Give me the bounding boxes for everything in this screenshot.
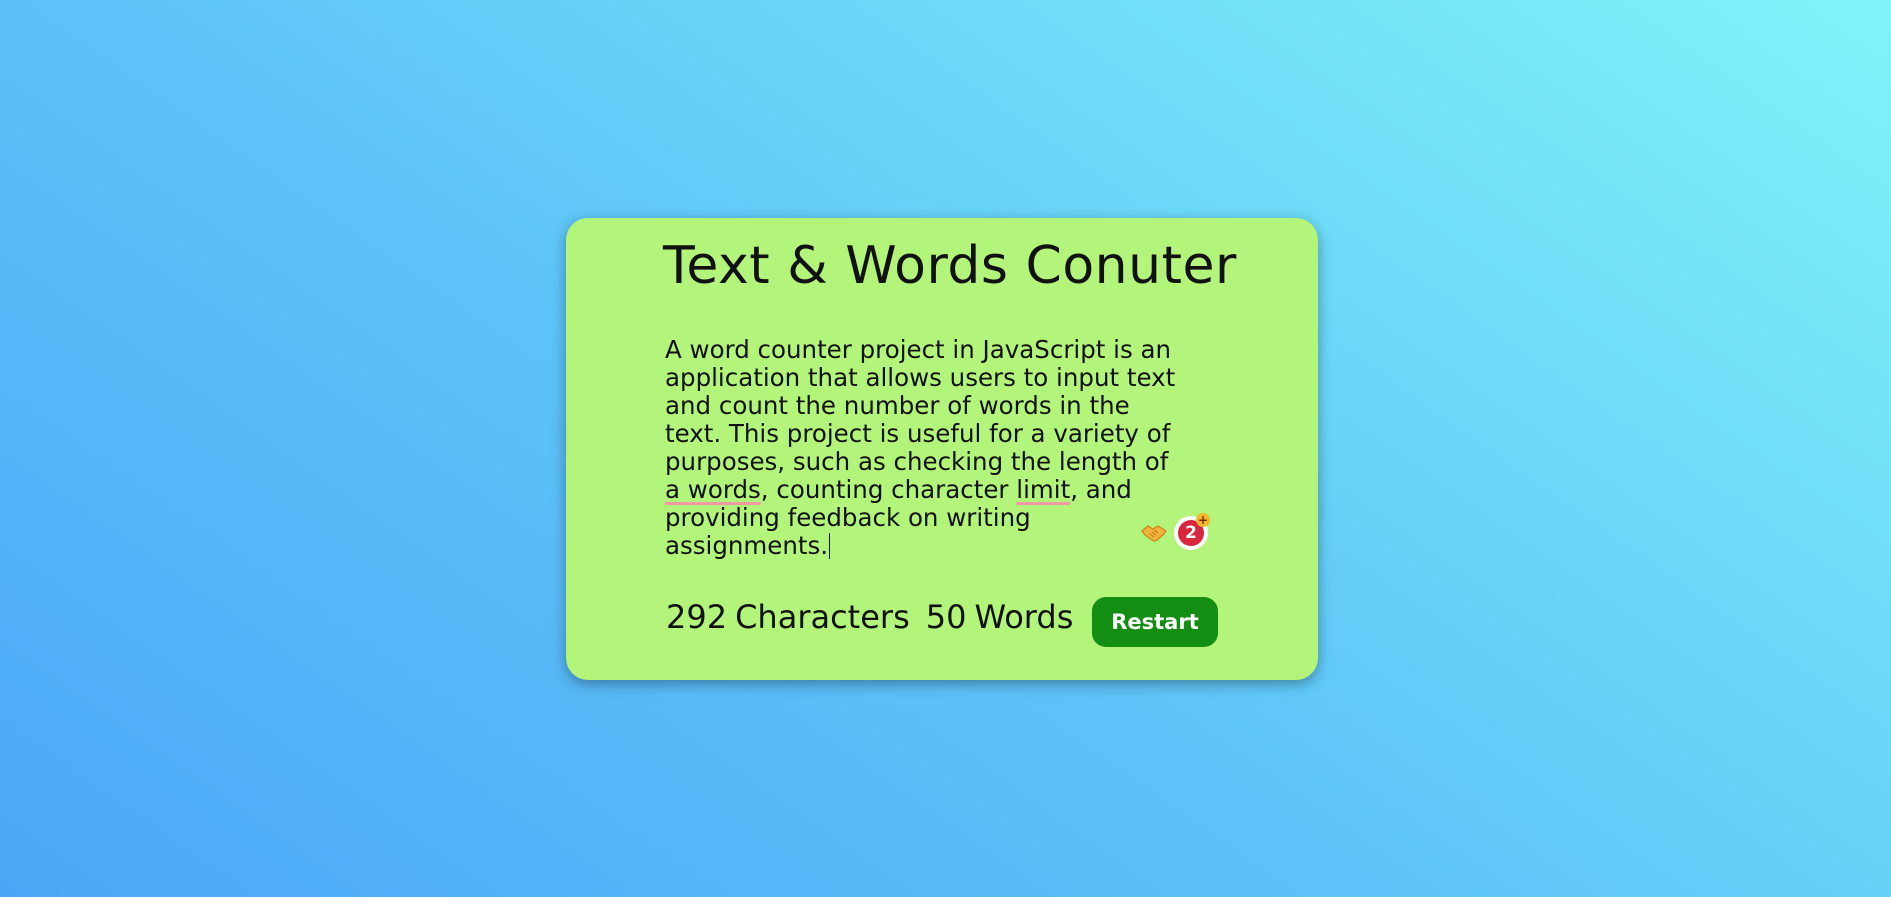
characters-stat: 292 Characters [666,598,910,636]
extension-icons: 2 + [1140,513,1210,550]
text-line: a words, counting character limit, and [665,476,1225,504]
restart-button[interactable]: Restart [1092,597,1218,647]
words-stat: 50 Words [926,598,1074,636]
counter-card: Text & Words Conuter A word counter proj… [566,218,1318,680]
text-input-area[interactable]: A word counter project in JavaScript is … [665,336,1225,560]
spelling-flagged-text[interactable]: limit [1016,475,1070,504]
text-segment: application that allows users to input t… [665,363,1176,392]
text-caret [829,533,831,559]
text-line: and count the number of words in the [665,392,1225,420]
stats-row: 292 Characters 50 Words [666,598,1073,636]
characters-label: Characters [735,598,910,636]
text-segment: A word counter project in JavaScript is … [665,335,1172,364]
text-line: A word counter project in JavaScript is … [665,336,1225,364]
text-segment: and count the number of words in the [665,391,1130,420]
text-segment: providing feedback on writing [665,503,1031,532]
words-count: 50 [925,598,967,636]
text-segment: text. This project is useful for a varie… [665,419,1171,448]
text-segment: , counting character [760,475,1017,504]
handshake-icon[interactable] [1140,521,1168,545]
text-segment: purposes, such as checking the length of [665,447,1169,476]
spelling-flagged-text[interactable]: a words [665,475,761,504]
text-line: text. This project is useful for a varie… [665,420,1225,448]
text-line: application that allows users to input t… [665,364,1225,392]
grammar-badge-plus: + [1196,513,1210,527]
text-segment: , and [1070,475,1132,504]
text-line: purposes, such as checking the length of [665,448,1225,476]
words-label: Words [974,598,1074,636]
grammar-check-icon[interactable]: 2 + [1174,513,1210,550]
text-segment: assignments. [665,531,829,560]
characters-count: 292 [666,598,728,636]
page-title: Text & Words Conuter [663,236,1237,296]
